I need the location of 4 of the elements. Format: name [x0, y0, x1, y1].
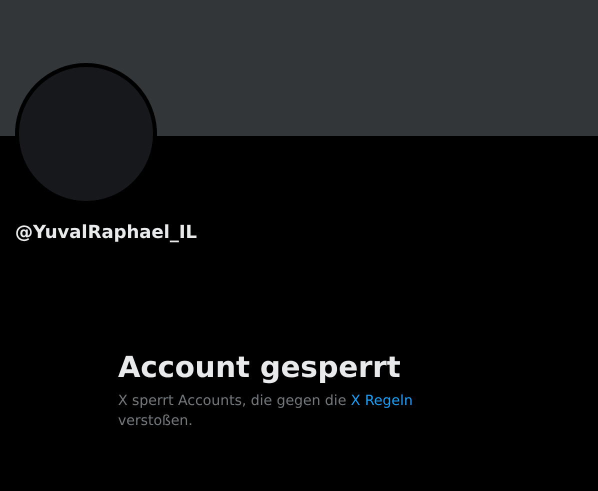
notice-text: X sperrt Accounts, die gegen die X Regeln verstoßen. [118, 392, 414, 431]
rules-link[interactable]: X Regeln [350, 393, 413, 409]
notice-title: Account gesperrt [118, 349, 402, 385]
profile-handle: @YuvalRaphael_IL [15, 221, 198, 245]
